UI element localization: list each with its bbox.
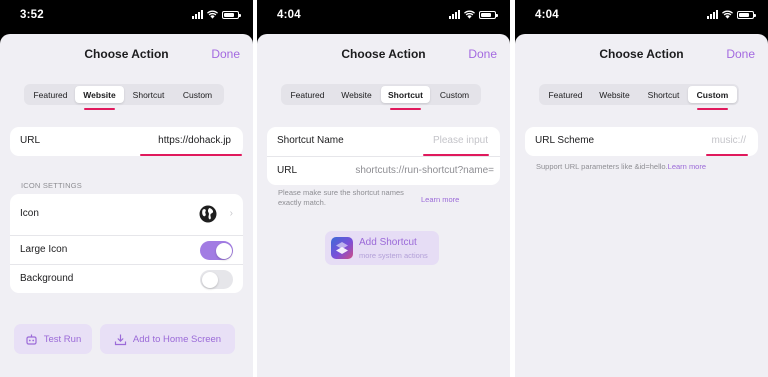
learn-more-link[interactable]: Learn more xyxy=(668,162,706,171)
shortcut-name-input[interactable]: Please input xyxy=(433,135,488,146)
section-header-icon-settings: ICON SETTINGS xyxy=(21,181,82,190)
status-icons xyxy=(707,10,756,19)
status-bar: 3:52 xyxy=(0,0,253,34)
url-field[interactable]: shortcuts://run-shortcut?name= xyxy=(355,165,494,176)
url-scheme-label: URL Scheme xyxy=(535,135,595,146)
add-shortcut-subtitle: more system actions xyxy=(359,251,428,260)
learn-more-link[interactable]: Learn more xyxy=(421,195,459,205)
tab-shortcut[interactable]: Shortcut xyxy=(639,86,688,103)
highlight-underline xyxy=(423,154,489,156)
add-to-home-label: Add to Home Screen xyxy=(132,333,222,345)
action-type-tabs: Featured Website Shortcut Custom xyxy=(281,84,481,110)
battery-icon xyxy=(737,10,756,19)
done-button[interactable]: Done xyxy=(211,47,240,61)
test-run-button[interactable]: Test Run xyxy=(14,324,92,354)
globe-icon[interactable] xyxy=(199,205,217,223)
add-to-home-button[interactable]: Add to Home Screen xyxy=(100,324,235,354)
cellular-signal-icon xyxy=(707,10,718,19)
action-sheet: Choose Action Done Featured Website Shor… xyxy=(515,34,768,377)
add-shortcut-button[interactable]: Add Shortcut more system actions xyxy=(325,231,439,265)
battery-icon xyxy=(479,10,498,19)
action-sheet: Choose Action Done Featured Website Shor… xyxy=(257,34,510,377)
url-scheme-input[interactable]: music:// xyxy=(712,135,746,146)
phone-screen-shortcut: 4:04 Choose Action Done Featured Website… xyxy=(257,0,510,377)
tab-custom[interactable]: Custom xyxy=(688,86,737,110)
icon-label: Icon xyxy=(20,208,39,219)
chevron-right-icon: › xyxy=(229,208,233,219)
download-icon xyxy=(114,334,127,345)
url-label: URL xyxy=(20,135,41,146)
tab-website[interactable]: Website xyxy=(332,86,381,103)
icon-row[interactable]: Icon › xyxy=(10,194,243,235)
tab-featured[interactable]: Featured xyxy=(283,86,332,103)
background-toggle[interactable] xyxy=(200,270,233,289)
shortcut-card: Shortcut Name Please input URL shortcuts… xyxy=(267,127,500,185)
large-icon-row: Large Icon xyxy=(10,235,243,264)
robot-icon xyxy=(26,334,37,345)
status-time: 4:04 xyxy=(277,9,301,21)
url-row[interactable]: URL https://dohack.jp xyxy=(10,127,243,156)
test-run-label: Test Run xyxy=(43,333,82,345)
battery-icon xyxy=(222,10,241,19)
highlight-underline xyxy=(140,154,242,156)
shortcuts-app-icon xyxy=(331,237,353,259)
tab-shortcut[interactable]: Shortcut xyxy=(124,86,173,103)
status-icons xyxy=(449,10,498,19)
add-shortcut-label: Add Shortcut xyxy=(359,237,417,248)
tab-custom[interactable]: Custom xyxy=(430,86,479,103)
tab-featured[interactable]: Featured xyxy=(541,86,590,103)
tab-custom[interactable]: Custom xyxy=(173,86,222,103)
url-field[interactable]: https://dohack.jp xyxy=(158,135,231,146)
background-label: Background xyxy=(20,273,74,284)
url-card: URL https://dohack.jp xyxy=(10,127,243,156)
icon-settings-card: Icon › Large Icon Background xyxy=(10,194,243,293)
phone-screen-custom: 4:04 Choose Action Done Featured Website… xyxy=(515,0,768,377)
status-time: 4:04 xyxy=(535,9,559,21)
status-time: 3:52 xyxy=(20,9,44,21)
tab-shortcut[interactable]: Shortcut xyxy=(381,86,430,110)
status-bar: 4:04 xyxy=(515,0,768,34)
action-type-tabs: Featured Website Shortcut Custom xyxy=(24,84,224,110)
done-button[interactable]: Done xyxy=(726,47,755,61)
wifi-icon xyxy=(207,10,218,19)
large-icon-label: Large Icon xyxy=(20,244,68,255)
action-type-tabs: Featured Website Shortcut Custom xyxy=(539,84,739,110)
highlight-underline xyxy=(706,154,748,156)
done-button[interactable]: Done xyxy=(468,47,497,61)
phone-screen-website: 3:52 Choose Action Done Featured Website… xyxy=(0,0,253,377)
cellular-signal-icon xyxy=(449,10,460,19)
status-icons xyxy=(192,10,241,19)
wifi-icon xyxy=(464,10,475,19)
cellular-signal-icon xyxy=(192,10,203,19)
large-icon-toggle[interactable] xyxy=(200,241,233,260)
scheme-note: Support URL parameters like &id=hello.Le… xyxy=(536,162,706,172)
shortcut-note: Please make sure the shortcut names exac… xyxy=(278,188,404,207)
shortcut-name-label: Shortcut Name xyxy=(277,135,344,146)
tab-website[interactable]: Website xyxy=(590,86,639,103)
tab-featured[interactable]: Featured xyxy=(26,86,75,103)
wifi-icon xyxy=(722,10,733,19)
scheme-card: URL Scheme music:// xyxy=(525,127,758,156)
action-sheet: Choose Action Done Featured Website Shor… xyxy=(0,34,253,377)
shortcut-name-row[interactable]: Shortcut Name Please input xyxy=(267,127,500,156)
url-scheme-row[interactable]: URL Scheme music:// xyxy=(525,127,758,156)
tab-website[interactable]: Website xyxy=(75,86,124,110)
background-row: Background xyxy=(10,264,243,293)
url-label: URL xyxy=(277,165,298,176)
scheme-note-text: Support URL parameters like &id=hello. xyxy=(536,162,668,171)
status-bar: 4:04 xyxy=(257,0,510,34)
url-row[interactable]: URL shortcuts://run-shortcut?name= xyxy=(267,156,500,185)
